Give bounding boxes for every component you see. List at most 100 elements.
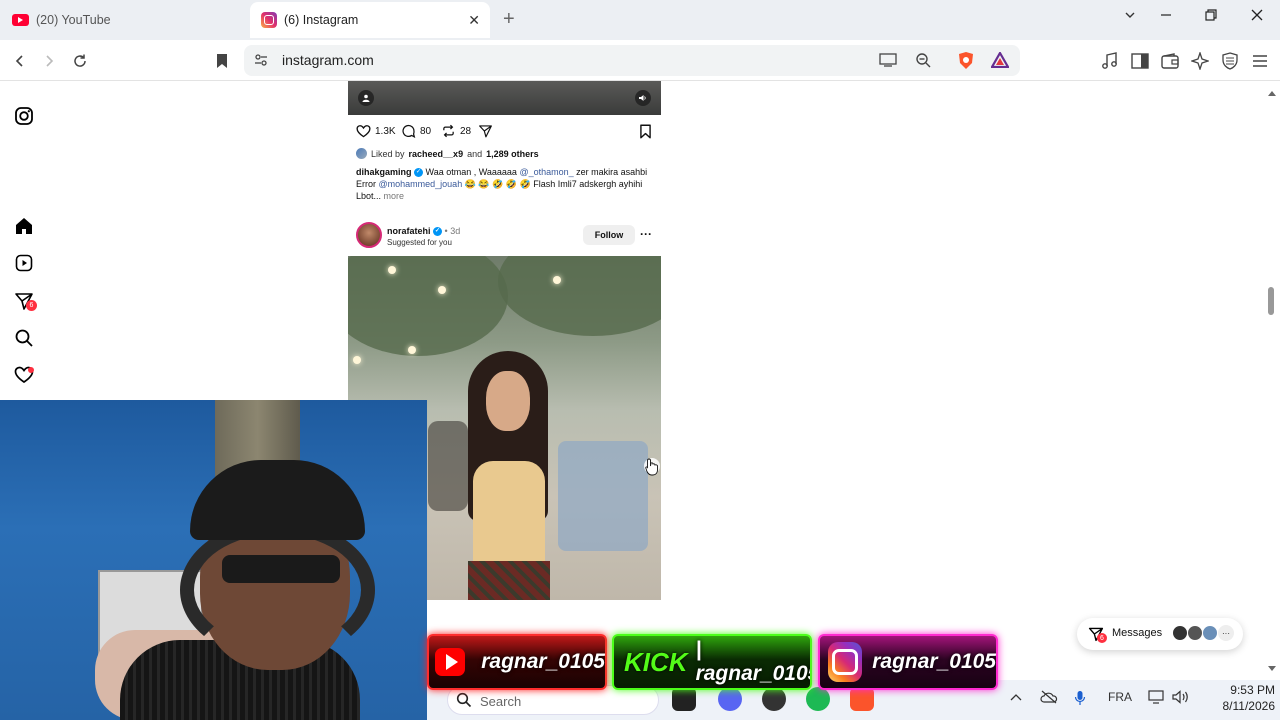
tab-strip: (20) YouTube (6) Instagram ✕ + [0,0,1280,40]
liked-by-user[interactable]: racheed__x9 [409,149,464,159]
tab-search-chevron-icon[interactable] [1124,8,1136,26]
like-heart-icon[interactable] [356,124,371,138]
music-icon[interactable] [1099,50,1121,72]
scroll-thumb[interactable] [1268,287,1274,315]
notification-dot [28,367,34,373]
vpn-shield-icon[interactable] [1219,50,1241,72]
post2-username[interactable]: norafatehi [387,226,431,236]
hand-cursor-icon [645,458,659,481]
repost-action[interactable]: 28 [441,124,471,138]
like-action[interactable]: 1.3K [356,124,396,138]
microphone-icon[interactable] [1074,690,1086,709]
browser-toolbar: instagram.com [0,40,1280,81]
taskbar-clock[interactable]: 9:53 PM 8/11/2026 [1205,682,1276,714]
search-icon[interactable] [14,328,34,348]
close-tab-icon[interactable]: ✕ [468,12,480,29]
verified-badge-icon: ✓ [433,227,443,237]
network-icon[interactable] [1148,690,1166,707]
bookmark-icon[interactable] [211,50,233,72]
youtube-favicon-icon [12,14,29,26]
liked-by-prefix: Liked by [371,148,405,159]
webcam-headset [180,520,375,660]
scroll-down-icon[interactable] [1267,660,1277,678]
back-icon[interactable] [9,50,31,72]
liked-by-others[interactable]: 1,289 others [486,149,539,159]
instagram-logo-icon[interactable] [14,106,34,126]
tab-instagram[interactable]: (6) Instagram ✕ [250,2,490,38]
address-bar[interactable]: instagram.com [244,45,1020,76]
post1-caption: dihakgaming ✓ Waa otman , Waaaaaa @_otha… [356,166,656,202]
post2-time: • 3d [444,226,461,236]
post1-media[interactable] [348,81,661,115]
caption-mention-2[interactable]: @mohammed_jouah [379,179,463,189]
liked-by-avatar [356,148,367,159]
kick-banner: KICK | ragnar_0105 [612,634,812,690]
messages-label: Messages [1112,627,1163,639]
sidebar-icon[interactable] [1129,50,1151,72]
post2-avatar[interactable] [356,222,382,248]
obs-icon[interactable] [762,687,786,711]
verified-badge-icon: ✓ [414,168,424,178]
menu-icon[interactable] [1249,50,1271,72]
messages-button[interactable]: 6 Messages ··· [1077,618,1243,650]
photo-subject-skirt [468,561,550,600]
cast-icon[interactable] [879,53,897,72]
post-options-icon[interactable]: ··· [640,227,652,241]
minimize-icon[interactable] [1160,8,1172,26]
site-settings-icon[interactable] [253,52,269,73]
post2-header: norafatehi ✓ • 3d Suggested for you Foll… [356,222,656,250]
instagram-favicon-icon [261,12,277,28]
taskbar-app-icon[interactable] [672,687,696,711]
spotify-icon[interactable] [806,687,830,711]
new-tab-icon[interactable]: + [503,8,515,31]
caption-more-link[interactable]: more [384,191,405,201]
home-icon[interactable] [14,216,34,236]
reels-icon[interactable] [14,253,34,273]
brave-rewards-icon[interactable] [990,50,1010,73]
repost-icon[interactable] [441,124,456,138]
cloud-off-icon[interactable] [1040,690,1058,707]
close-window-icon[interactable] [1251,8,1263,26]
comment-icon[interactable] [401,124,416,138]
zoom-out-icon[interactable] [915,52,931,73]
page-scrollbar[interactable] [1266,82,1278,672]
scroll-up-icon[interactable] [1267,84,1277,102]
tagged-user-icon[interactable] [358,90,374,106]
forward-icon[interactable] [38,50,60,72]
tab-title: (6) Instagram [284,13,359,27]
message-avatar [1187,625,1203,641]
messages-badge: 6 [1097,633,1107,643]
save-action[interactable] [639,124,652,139]
tab-youtube[interactable]: (20) YouTube [12,2,242,38]
restore-icon[interactable] [1205,8,1217,26]
instagram-handle: ragnar_0105 [872,650,996,673]
post2-username-line: norafatehi ✓ • 3d [387,226,461,237]
instagram-banner: ragnar_0105 [818,634,998,690]
tray-chevron-icon[interactable] [1010,690,1022,705]
kick-handle: | ragnar_0105 [695,638,812,685]
comment-action[interactable]: 80 [401,124,431,138]
share-icon[interactable] [478,124,493,138]
leo-ai-icon[interactable] [1189,50,1211,72]
reposts-count: 28 [460,125,472,137]
post1-actions: 1.3K 80 28 [356,123,654,139]
taskbar-search-placeholder: Search [480,694,522,709]
follow-button[interactable]: Follow [583,225,635,245]
taskbar-search-icon [456,692,472,713]
brave-shields-icon[interactable] [957,51,975,75]
post2-suggested: Suggested for you [387,238,452,247]
save-bookmark-icon[interactable] [639,124,652,139]
sound-icon[interactable] [635,90,651,106]
wallet-icon[interactable] [1159,50,1181,72]
direct-badge: 6 [26,300,37,311]
caption-username[interactable]: dihakgaming [356,167,412,177]
language-indicator[interactable]: FRA [1108,690,1132,704]
youtube-banner: ragnar_0105 [427,634,607,690]
messages-overflow: ··· [1218,625,1234,641]
volume-icon[interactable] [1172,690,1190,707]
caption-mention-1[interactable]: @_othamon_ [519,167,573,177]
reload-icon[interactable] [69,50,91,72]
share-action[interactable] [478,124,493,138]
brave-taskbar-icon[interactable] [850,687,874,711]
discord-icon[interactable] [718,687,742,711]
